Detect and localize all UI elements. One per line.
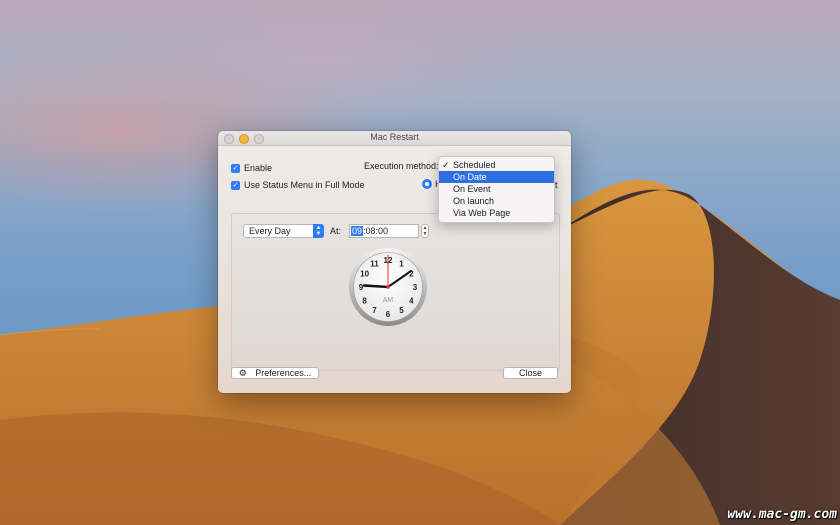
- menu-item-label: On Date: [453, 172, 487, 182]
- menu-item-on-event[interactable]: On Event: [439, 183, 554, 195]
- preferences-button[interactable]: ⚙ Preferences...: [231, 367, 319, 379]
- time-rest-segment[interactable]: :08:00: [363, 226, 388, 236]
- title-bar[interactable]: Mac Restart: [218, 131, 571, 146]
- clock-numeral: 10: [360, 269, 369, 278]
- clock-numeral: 6: [386, 310, 391, 319]
- clock-numeral: 8: [362, 296, 367, 305]
- clock-numeral: 3: [413, 283, 418, 292]
- close-label: Close: [518, 368, 542, 378]
- repeat-value: Every Day: [249, 226, 291, 236]
- watermark-text: www.mac-gm.com: [727, 507, 837, 522]
- enable-label: Enable: [244, 163, 273, 173]
- menu-item-on-launch[interactable]: On launch: [439, 195, 554, 207]
- preferences-label: Preferences...: [255, 368, 312, 378]
- popup-chevrons-icon: ▲ ▼: [313, 224, 324, 238]
- gear-icon: ⚙: [238, 368, 247, 378]
- clock-numeral: 4: [409, 296, 414, 305]
- mode-radio-button[interactable]: [422, 179, 432, 189]
- menu-item-via-web-page[interactable]: Via Web Page: [439, 207, 554, 219]
- enable-checkbox-row[interactable]: ✓ Enable: [231, 163, 272, 173]
- stepper-down-icon[interactable]: ▼: [422, 231, 428, 237]
- execution-method-menu[interactable]: ✓ Scheduled On Date On Event On launch V…: [438, 156, 555, 223]
- window-title: Mac Restart: [370, 132, 419, 142]
- repeat-popup-button[interactable]: Every Day ▲ ▼: [243, 224, 324, 238]
- at-label: At:: [330, 226, 342, 236]
- time-stepper[interactable]: ▲ ▼: [421, 224, 429, 238]
- clock-hour-hand: [362, 284, 390, 289]
- menu-item-label: Via Web Page: [453, 208, 511, 218]
- clock-numeral: 5: [399, 306, 404, 315]
- clock-center-pin: [386, 285, 390, 289]
- menu-item-on-date[interactable]: On Date: [439, 171, 554, 183]
- menu-item-label: On Event: [453, 184, 491, 194]
- close-button[interactable]: Close: [503, 367, 558, 379]
- clock-meridiem: AM: [383, 297, 394, 304]
- status-menu-checkbox[interactable]: ✓: [231, 180, 240, 190]
- menu-item-scheduled[interactable]: ✓ Scheduled: [439, 159, 554, 171]
- status-menu-checkbox-row[interactable]: ✓ Use Status Menu in Full Mode: [231, 180, 365, 190]
- menu-item-label: Scheduled: [453, 160, 496, 170]
- enable-checkbox[interactable]: ✓: [231, 163, 240, 173]
- menu-item-label: On launch: [453, 196, 495, 206]
- checkmark-icon: ✓: [442, 160, 450, 170]
- clock-numeral: 11: [370, 259, 379, 268]
- status-menu-label: Use Status Menu in Full Mode: [244, 180, 365, 190]
- clock-numeral: 1: [399, 259, 404, 268]
- time-field[interactable]: 09:08:00: [349, 224, 419, 238]
- clock-numeral: 7: [372, 306, 377, 315]
- time-hours-segment[interactable]: 09: [351, 226, 364, 236]
- execution-method-label: Execution method:: [364, 161, 439, 171]
- clock-numeral: 9: [359, 283, 364, 292]
- analog-clock: 12 1234567891011 AM: [349, 248, 427, 326]
